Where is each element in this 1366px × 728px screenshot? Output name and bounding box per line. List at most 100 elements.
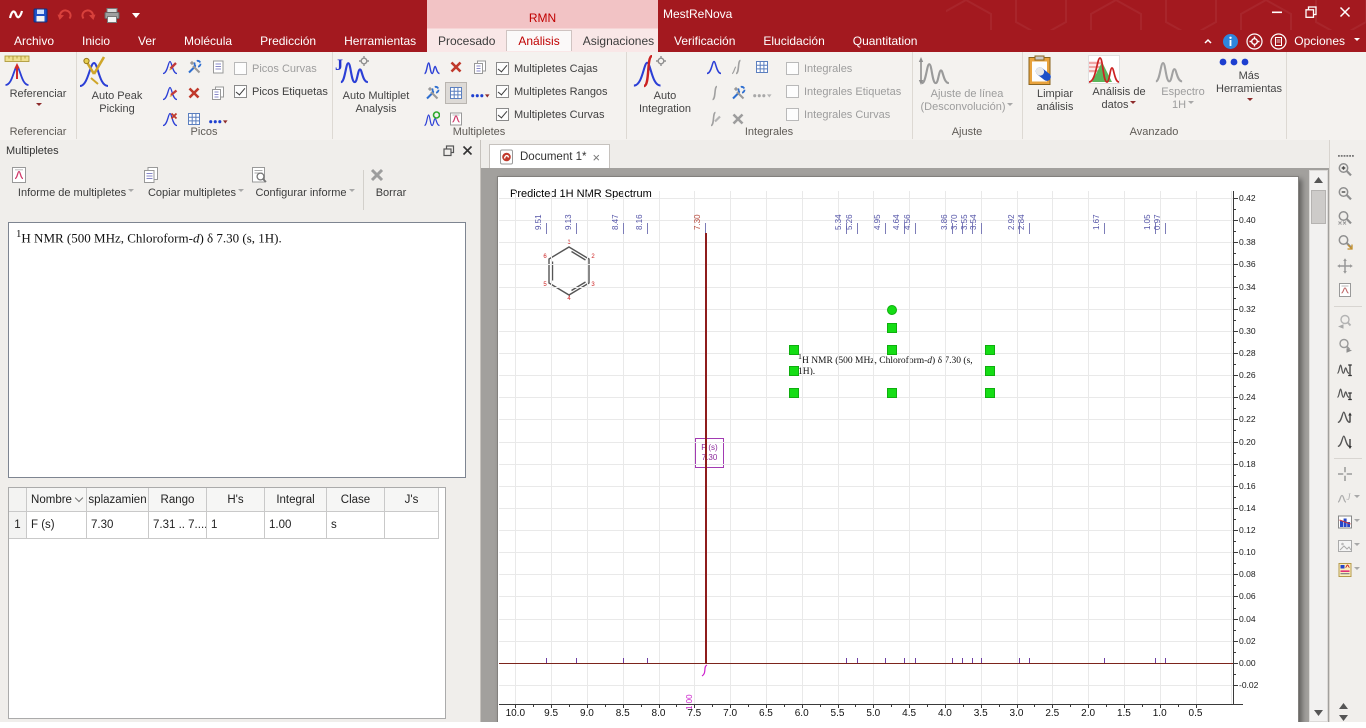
decrease-intensity-icon[interactable]: [1337, 384, 1361, 404]
resize-handle[interactable]: [789, 366, 799, 376]
spectrum-page[interactable]: Predicted 1H NMR Spectrum 123456 1H NMR …: [497, 176, 1299, 722]
checkbox-box[interactable]: [496, 62, 509, 75]
vertical-scrollbar[interactable]: [1309, 170, 1328, 722]
zoom-reset-icon[interactable]: [1337, 208, 1361, 228]
more-tools-button[interactable]: Más Herramientas: [1216, 55, 1282, 109]
auto-multiplet-analysis-button[interactable]: J Auto Multiplet Analysis: [334, 55, 418, 116]
checkbox-multipletes-rangos[interactable]: Multipletes Rangos: [496, 83, 608, 100]
menu-tab-quantitation[interactable]: Quantitation: [839, 30, 932, 52]
referenciar-button[interactable]: Referenciar: [4, 55, 72, 114]
line-fitting-icon[interactable]: J: [1337, 488, 1361, 508]
help-book-icon[interactable]: [1270, 33, 1287, 50]
data-analysis-button[interactable]: Análisis de datos: [1088, 55, 1150, 112]
next-zoom-icon[interactable]: [1337, 336, 1361, 356]
cell-1[interactable]: 7.30: [87, 512, 149, 539]
resize-handle[interactable]: [789, 345, 799, 355]
fit-vertically-icon[interactable]: [1337, 408, 1361, 428]
document-canvas[interactable]: Predicted 1H NMR Spectrum 123456 1H NMR …: [481, 168, 1329, 722]
multiplet-report-text[interactable]: 1H NMR (500 MHz, Chloroform-d) δ 7.30 (s…: [8, 222, 466, 478]
resize-handle[interactable]: [985, 345, 995, 355]
menu-tab-elucidación[interactable]: Elucidación: [749, 30, 838, 52]
checkbox-multipletes-curvas[interactable]: Multipletes Curvas: [496, 106, 608, 123]
x-red-icon[interactable]: [184, 83, 204, 103]
pan-icon[interactable]: [1337, 256, 1361, 276]
increase-intensity-icon[interactable]: [1337, 360, 1361, 380]
list-icon[interactable]: [208, 57, 228, 77]
close-button[interactable]: [1328, 0, 1362, 24]
insert-image-icon[interactable]: [1337, 536, 1361, 556]
cell-3[interactable]: 1: [207, 512, 265, 539]
contextual-tab-asignaciones[interactable]: Asignaciones: [572, 30, 665, 52]
scrollbar-thumb[interactable]: [1311, 190, 1326, 224]
tools-icon[interactable]: [422, 83, 442, 103]
checkbox-integrales-etiquetas[interactable]: Integrales Etiquetas: [786, 83, 901, 100]
fit-baseline-icon[interactable]: [1337, 432, 1361, 452]
previous-zoom-icon[interactable]: [1337, 312, 1361, 332]
scroll-up-icon[interactable]: [1310, 171, 1327, 188]
mnova-logo-icon[interactable]: [4, 4, 28, 26]
menu-tab-inicio[interactable]: Inicio: [68, 30, 124, 52]
annotation-text[interactable]: 1H NMR (500 MHz, Chloroform-d) δ 7.30 (s…: [798, 351, 994, 378]
options-button[interactable]: Opciones: [1294, 34, 1345, 48]
table-grid-icon[interactable]: [446, 83, 466, 103]
table-grid-icon[interactable]: [752, 57, 772, 77]
peak-edit-icon[interactable]: [160, 57, 180, 77]
close-panel-icon[interactable]: [461, 144, 474, 157]
checkbox-integrales-curvas[interactable]: Integrales Curvas: [786, 106, 901, 123]
line-fitting-button[interactable]: Ajuste de línea (Desconvolución): [917, 55, 1017, 114]
copy-icon[interactable]: [208, 83, 228, 103]
cell-5[interactable]: s: [327, 512, 385, 539]
column-header-6[interactable]: J's: [385, 488, 439, 512]
checkbox-box[interactable]: [234, 85, 247, 98]
caret-down-white-icon[interactable]: [124, 4, 148, 26]
checkbox-picos-etiquetas[interactable]: Picos Etiquetas: [234, 83, 328, 100]
int-gray-icon[interactable]: [728, 57, 748, 77]
clean-analysis-button[interactable]: Limpiar análisis: [1026, 55, 1084, 114]
main-peak[interactable]: [705, 233, 707, 663]
zoom-region-icon[interactable]: [1337, 232, 1361, 252]
configure-report-button[interactable]: Configurar informe: [250, 166, 360, 199]
menu-tab-verificación[interactable]: Verificación: [660, 30, 749, 52]
checkbox-integrales[interactable]: Integrales: [786, 60, 901, 77]
document-tab-close-icon[interactable]: ×: [592, 150, 600, 165]
cell-2[interactable]: 7.31 .. 7....: [149, 512, 207, 539]
checkbox-box[interactable]: [786, 108, 799, 121]
multiplet-report-button[interactable]: Informe de multipletes: [10, 166, 142, 199]
resize-handle[interactable]: [887, 345, 897, 355]
column-header-5[interactable]: Clase: [327, 488, 385, 512]
checkbox-box[interactable]: [496, 108, 509, 121]
benzene-molecule[interactable]: 123456: [540, 235, 598, 305]
column-header-3[interactable]: H's: [207, 488, 265, 512]
redo-icon[interactable]: [76, 4, 100, 26]
column-header-4[interactable]: Integral: [265, 488, 327, 512]
menu-tab-ver[interactable]: Ver: [124, 30, 170, 52]
column-header-1[interactable]: splazamien: [87, 488, 149, 512]
report-icon[interactable]: [1337, 560, 1361, 580]
cell-0[interactable]: F (s): [27, 512, 87, 539]
contextual-tab-análisis[interactable]: Análisis: [506, 30, 571, 51]
copy-icon[interactable]: [470, 57, 490, 77]
binning-icon[interactable]: [1337, 512, 1361, 532]
int-gray2-icon[interactable]: [704, 83, 724, 103]
print-preview-icon[interactable]: [1337, 280, 1361, 300]
resize-handle[interactable]: [887, 323, 897, 333]
tools-icon[interactable]: [184, 57, 204, 77]
menu-tab-archivo[interactable]: Archivo: [0, 30, 68, 52]
contextual-tab-procesado[interactable]: Procesado: [427, 30, 506, 52]
rotate-handle[interactable]: [887, 305, 897, 315]
minimize-button[interactable]: [1260, 0, 1294, 24]
peak-sm-icon[interactable]: [704, 57, 724, 77]
document-tab[interactable]: Document 1* ×: [489, 144, 610, 169]
resize-handle[interactable]: [887, 388, 897, 398]
x-red-icon[interactable]: [446, 57, 466, 77]
menu-tab-herramientas[interactable]: Herramientas: [330, 30, 430, 52]
checkbox-picos-curvas[interactable]: Picos Curvas: [234, 60, 328, 77]
checkbox-box[interactable]: [496, 85, 509, 98]
tools-icon[interactable]: [728, 83, 748, 103]
cell-6[interactable]: [385, 512, 439, 539]
resize-handle[interactable]: [985, 366, 995, 376]
peak-edit2-icon[interactable]: [160, 83, 180, 103]
table-row[interactable]: 1F (s)7.307.31 .. 7....11.00s: [9, 512, 445, 539]
info-icon[interactable]: [1222, 33, 1239, 50]
resize-handle[interactable]: [789, 388, 799, 398]
